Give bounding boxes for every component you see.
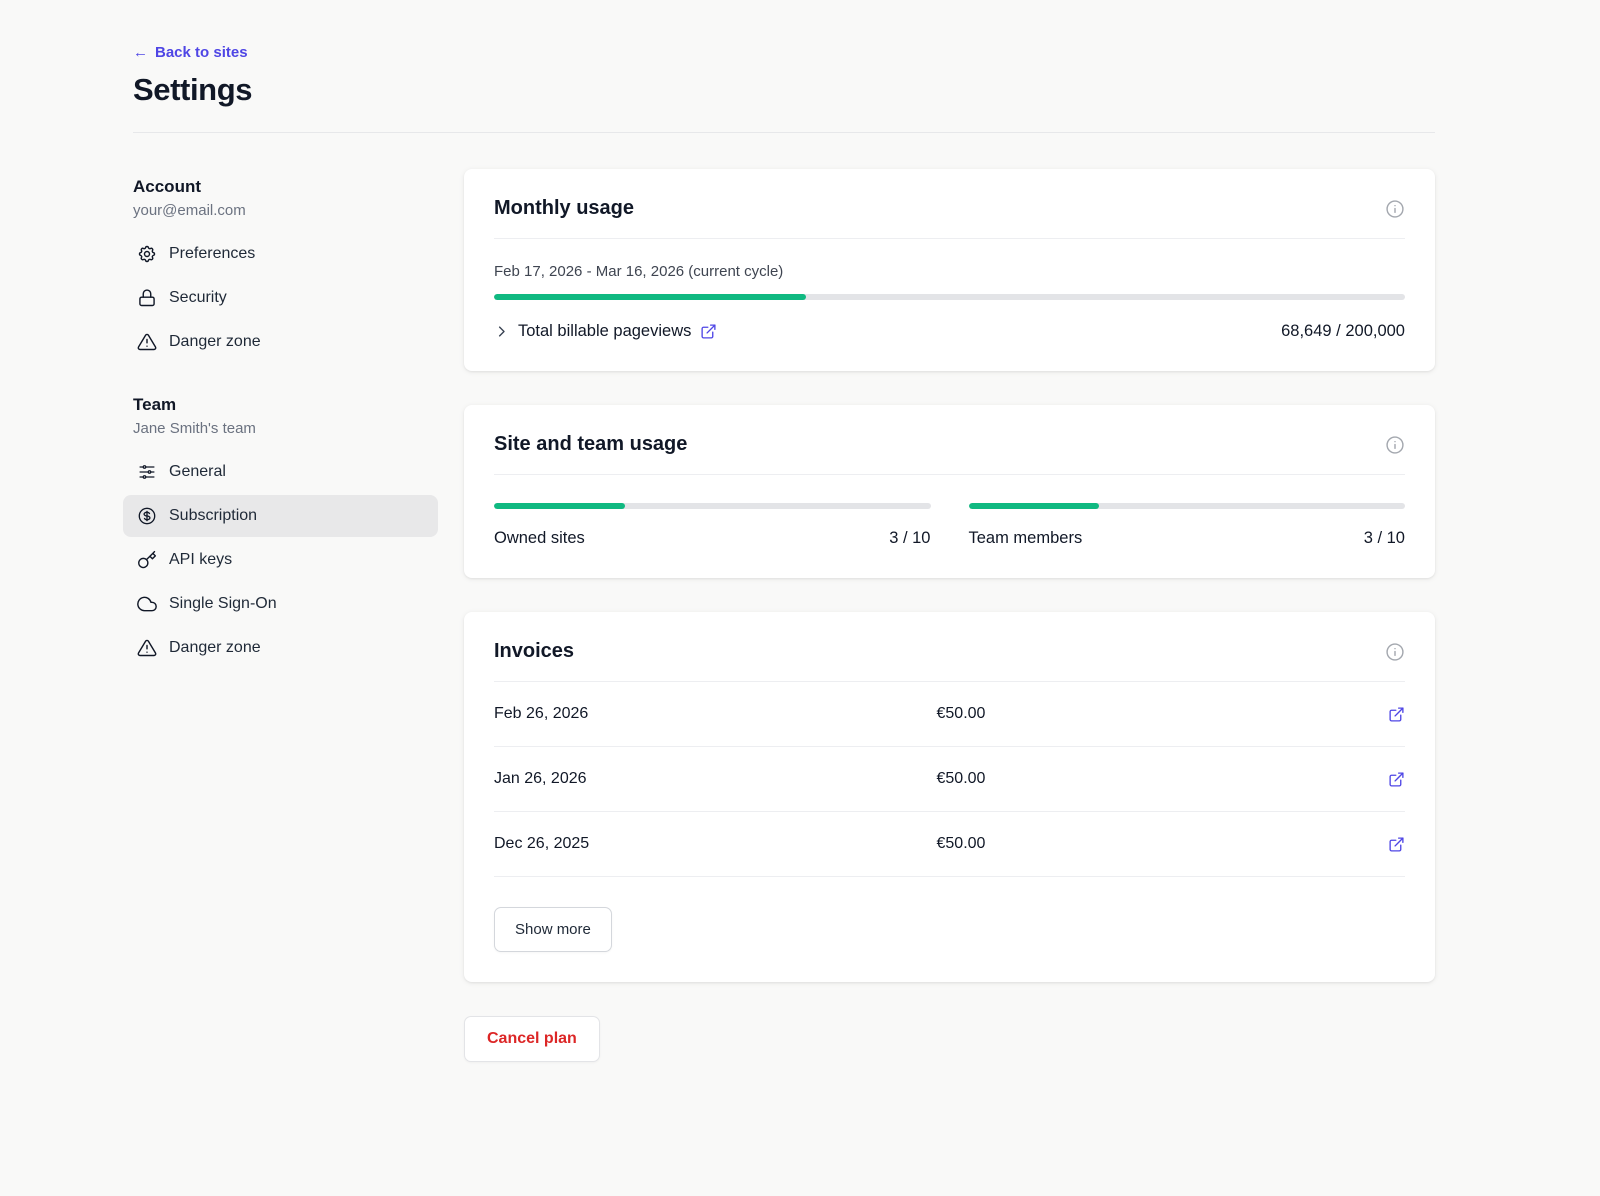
invoice-amount: €50.00 [937, 705, 1380, 723]
card-title: Monthly usage [494, 197, 634, 220]
settings-page: ← Back to sites Settings Account your@em… [133, 0, 1435, 1062]
pageviews-progress-fill [494, 294, 806, 300]
sidebar-item-label: Security [169, 289, 227, 307]
cloud-icon [137, 594, 157, 614]
monthly-usage-header: Monthly usage [494, 197, 1405, 239]
pageviews-progress-track [494, 294, 1405, 300]
owned-sites-meter: Owned sites 3 / 10 [494, 503, 931, 548]
settings-main: Monthly usage Feb 17, 2026 - Mar 16, 202… [464, 169, 1435, 1062]
show-more-button[interactable]: Show more [494, 907, 612, 952]
sidebar-heading-team: Team [133, 395, 438, 415]
invoice-external-link-icon[interactable] [1388, 836, 1405, 853]
monthly-usage-card: Monthly usage Feb 17, 2026 - Mar 16, 202… [464, 169, 1435, 371]
warning-triangle-icon [137, 638, 157, 658]
sidebar-item-label: General [169, 463, 226, 481]
invoice-amount: €50.00 [937, 835, 1380, 853]
sidebar-item-label: API keys [169, 551, 232, 569]
sidebar-item-danger-zone-team[interactable]: Danger zone [123, 627, 438, 669]
card-title: Invoices [494, 640, 574, 663]
key-icon [137, 550, 157, 570]
sidebar-item-security[interactable]: Security [123, 277, 438, 319]
invoice-row: Feb 26, 2026 €50.00 [494, 682, 1405, 747]
sidebar-item-subscription[interactable]: Subscription [123, 495, 438, 537]
owned-sites-progress-track [494, 503, 931, 509]
page-title: Settings [133, 72, 1435, 108]
invoice-date: Dec 26, 2025 [494, 835, 937, 853]
lock-icon [137, 288, 157, 308]
header-divider [133, 132, 1435, 133]
warning-triangle-icon [137, 332, 157, 352]
sidebar-item-label: Subscription [169, 507, 257, 525]
gear-icon [137, 244, 157, 264]
sidebar-item-danger-zone-account[interactable]: Danger zone [123, 321, 438, 363]
team-members-progress-fill [969, 503, 1100, 509]
invoice-date: Jan 26, 2026 [494, 770, 937, 788]
meter-value: 3 / 10 [889, 529, 930, 548]
team-nav: General Subscription API keys [133, 451, 438, 669]
team-members-row: Team members 3 / 10 [969, 529, 1406, 548]
invoice-external-link-icon[interactable] [1388, 771, 1405, 788]
billable-pageviews-label: Total billable pageviews [518, 322, 691, 341]
card-title: Site and team usage [494, 433, 687, 456]
account-nav: Preferences Security Danger zone [133, 233, 438, 363]
meter-value: 3 / 10 [1364, 529, 1405, 548]
site-team-usage-header: Site and team usage [494, 433, 1405, 475]
sidebar-section-team: Team Jane Smith's team General Subscript… [133, 395, 438, 669]
billable-pageviews-value: 68,649 / 200,000 [1281, 322, 1405, 341]
currency-circle-icon [137, 506, 157, 526]
sidebar-item-api-keys[interactable]: API keys [123, 539, 438, 581]
invoice-row: Dec 26, 2025 €50.00 [494, 812, 1405, 877]
team-members-progress-track [969, 503, 1406, 509]
info-icon[interactable] [1385, 642, 1405, 662]
owned-sites-row: Owned sites 3 / 10 [494, 529, 931, 548]
invoices-header: Invoices [494, 640, 1405, 682]
meter-label: Owned sites [494, 529, 585, 548]
sidebar-heading-account: Account [133, 177, 438, 197]
external-link-icon[interactable] [700, 323, 717, 340]
site-team-usage-card: Site and team usage Owned sites 3 / 10 [464, 405, 1435, 578]
sliders-icon [137, 462, 157, 482]
meter-label: Team members [969, 529, 1083, 548]
account-email: your@email.com [133, 202, 438, 219]
invoice-date: Feb 26, 2026 [494, 705, 937, 723]
sidebar-item-label: Danger zone [169, 333, 261, 351]
sidebar-item-label: Single Sign-On [169, 595, 277, 613]
cancel-plan-button[interactable]: Cancel plan [464, 1016, 600, 1062]
billing-cycle-label: Feb 17, 2026 - Mar 16, 2026 (current cyc… [494, 263, 1405, 280]
chevron-right-icon [494, 324, 509, 339]
sidebar-item-single-sign-on[interactable]: Single Sign-On [123, 583, 438, 625]
settings-layout: Account your@email.com Preferences Secur… [133, 169, 1435, 1062]
sidebar-item-label: Preferences [169, 245, 255, 263]
invoice-row: Jan 26, 2026 €50.00 [494, 747, 1405, 812]
billable-pageviews-row: Total billable pageviews 68,649 / 200,00… [494, 322, 1405, 341]
owned-sites-progress-fill [494, 503, 625, 509]
back-to-sites-link[interactable]: ← Back to sites [133, 44, 248, 61]
settings-sidebar: Account your@email.com Preferences Secur… [133, 169, 438, 669]
sidebar-section-account: Account your@email.com Preferences Secur… [133, 177, 438, 363]
back-arrow-icon: ← [133, 44, 148, 61]
team-name: Jane Smith's team [133, 420, 438, 437]
billable-pageviews-toggle[interactable]: Total billable pageviews [494, 322, 717, 341]
sidebar-item-general[interactable]: General [123, 451, 438, 493]
invoice-amount: €50.00 [937, 770, 1380, 788]
usage-meters: Owned sites 3 / 10 Team members 3 / 10 [494, 503, 1405, 548]
sidebar-item-preferences[interactable]: Preferences [123, 233, 438, 275]
info-icon[interactable] [1385, 199, 1405, 219]
invoices-card: Invoices Feb 26, 2026 €50.00 Jan 26, 202… [464, 612, 1435, 982]
invoice-external-link-icon[interactable] [1388, 706, 1405, 723]
info-icon[interactable] [1385, 435, 1405, 455]
team-members-meter: Team members 3 / 10 [969, 503, 1406, 548]
back-link-label: Back to sites [155, 44, 248, 61]
sidebar-item-label: Danger zone [169, 639, 261, 657]
